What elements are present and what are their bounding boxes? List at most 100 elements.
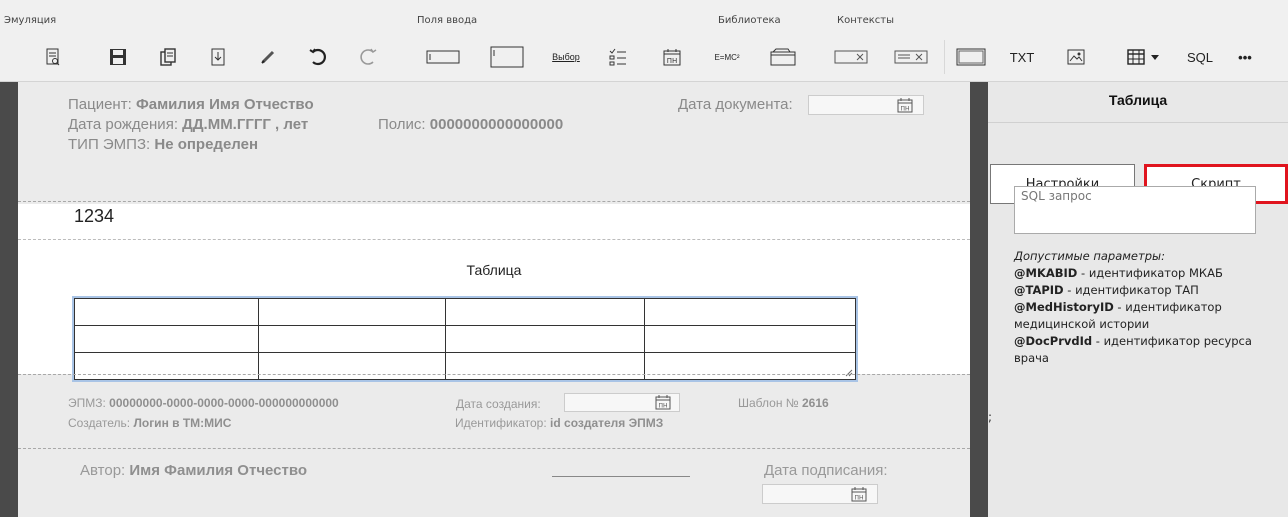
table-cell[interactable] [644, 298, 856, 326]
emz-value: 00000000-0000-0000-0000-000000000000 [109, 396, 339, 410]
policy-label: Полис: [378, 116, 426, 133]
table-dropdown-button[interactable] [1112, 38, 1174, 76]
param-name: @MKABID [1014, 266, 1078, 280]
birth-line: Дата рождения: ДД.ММ.ГГГГ , лет [68, 116, 308, 133]
text-field-button[interactable] [420, 38, 466, 76]
frame-icon [956, 48, 986, 66]
param-item: @MKABID - идентификатор МКАБ [1014, 265, 1282, 282]
table-cell[interactable] [74, 325, 259, 353]
redo-icon [360, 48, 377, 65]
body-text[interactable]: 1234 [74, 206, 114, 227]
sql-query-input[interactable] [1014, 186, 1256, 234]
multiline-field-icon [490, 46, 524, 68]
table-cell[interactable] [257, 325, 446, 353]
library-button[interactable] [760, 38, 806, 76]
context-text-button[interactable] [886, 38, 936, 76]
redo-button[interactable] [348, 38, 388, 76]
document-footer: ЭПМЗ: 00000000-0000-0000-0000-0000000000… [18, 374, 970, 517]
group-label-contexts: Контексты [837, 15, 894, 26]
emz-type-value: Не определен [154, 136, 259, 153]
created-date-input[interactable]: ПН [564, 393, 680, 412]
creator-label: Создатель: [68, 416, 131, 430]
undo-icon [309, 48, 326, 66]
template-value: 2616 [802, 396, 829, 410]
birth-value: ДД.ММ.ГГГГ , лет [182, 116, 309, 133]
undo-button[interactable] [298, 38, 338, 76]
more-button[interactable]: ••• [1222, 38, 1268, 76]
txt-label: TXT [1009, 49, 1035, 65]
sign-date-input[interactable]: ПН [762, 484, 878, 504]
table-cell[interactable] [444, 325, 646, 353]
copy-button[interactable] [148, 38, 188, 76]
patient-line: Пациент: Фамилия Имя Отчество [68, 96, 314, 113]
created-date-label: Дата создания: [456, 397, 541, 411]
param-desc: - идентификатор МКАБ [1077, 266, 1223, 280]
frame-button[interactable] [950, 38, 992, 76]
choice-label: Выбор [552, 52, 580, 62]
document-page: Пациент: Фамилия Имя Отчество Дата рожде… [18, 82, 970, 517]
doc-date-input[interactable]: ПН [808, 95, 924, 115]
preview-document-icon [46, 48, 60, 66]
save-button[interactable] [98, 38, 138, 76]
author-label: Автор: [80, 462, 126, 479]
param-item: @MedHistoryID - идентификатор медицинско… [1014, 299, 1282, 333]
panel-divider [988, 122, 1288, 123]
calendar-icon[interactable]: ПН [897, 97, 913, 113]
table-cell[interactable] [644, 325, 856, 353]
copy-icon [160, 48, 176, 66]
download-document-icon [211, 48, 225, 66]
folder-window-icon [770, 48, 796, 66]
author-value: Имя Фамилия Отчество [129, 462, 308, 479]
patient-value: Фамилия Имя Отчество [135, 96, 314, 113]
signature-line [552, 476, 690, 477]
choice-button[interactable]: Выбор [544, 38, 588, 76]
calendar-icon[interactable]: ПН [655, 394, 671, 410]
table-cell[interactable] [257, 298, 446, 326]
clearable-field-icon [834, 50, 868, 64]
svg-text:ПН: ПН [854, 495, 863, 502]
edit-button[interactable] [248, 38, 288, 76]
params-help: Допустимые параметры: @MKABID - идентифи… [1014, 248, 1282, 367]
document-header: Пациент: Фамилия Имя Отчество Дата рожде… [18, 82, 970, 202]
policy-value: 0000000000000000 [429, 116, 564, 133]
policy-line: Полис: 0000000000000000 [378, 116, 563, 133]
table-cell[interactable] [74, 298, 259, 326]
preview-button[interactable] [33, 38, 73, 76]
table-cell[interactable] [444, 298, 646, 326]
body-divider [18, 239, 970, 240]
document-body[interactable]: 1234 Таблица [18, 204, 970, 382]
stray-semicolon: ; [988, 410, 993, 424]
sql-label: SQL [1186, 49, 1213, 65]
param-item: @TAPID - идентификатор ТАП [1014, 282, 1282, 299]
calendar-icon[interactable]: ПН [851, 486, 867, 502]
param-name: @DocPrvdId [1014, 334, 1093, 348]
context-field-button[interactable] [826, 38, 876, 76]
panel-title: Таблица [1108, 92, 1168, 108]
emz-label: ЭПМЗ: [68, 396, 106, 410]
toolbar-separator [944, 40, 945, 74]
image-icon [1067, 49, 1085, 65]
table-caption[interactable]: Таблица [18, 262, 970, 278]
date-field-button[interactable]: ПН [652, 38, 692, 76]
table-row [74, 325, 856, 353]
table-widget[interactable] [72, 296, 858, 382]
txt-button[interactable]: TXT [1000, 38, 1044, 76]
checklist-icon [609, 48, 626, 66]
export-button[interactable] [198, 38, 238, 76]
formula-button[interactable]: E=MC² [704, 38, 750, 76]
template-line: Шаблон № 2616 [738, 396, 829, 410]
document-table[interactable] [74, 298, 856, 380]
sign-date-label: Дата подписания: [764, 462, 888, 479]
svg-text:ПН: ПН [900, 106, 909, 113]
svg-text:ПН: ПН [667, 57, 678, 65]
list-button[interactable] [598, 38, 638, 76]
emz-type-line: ТИП ЭМПЗ: Не определен [68, 136, 258, 153]
birth-label: Дата рождения: [68, 116, 178, 133]
param-item: @DocPrvdId - идентификатор ресурса врача [1014, 333, 1282, 367]
identifier-value: id создателя ЭПМЗ [550, 416, 664, 430]
editor-app: Эмуляция Поля ввода Библиотека Контексты [0, 0, 1288, 517]
sql-button[interactable]: SQL [1180, 38, 1220, 76]
multiline-field-button[interactable] [484, 38, 530, 76]
image-button[interactable] [1054, 38, 1098, 76]
identifier-label: Идентификатор: [455, 416, 547, 430]
